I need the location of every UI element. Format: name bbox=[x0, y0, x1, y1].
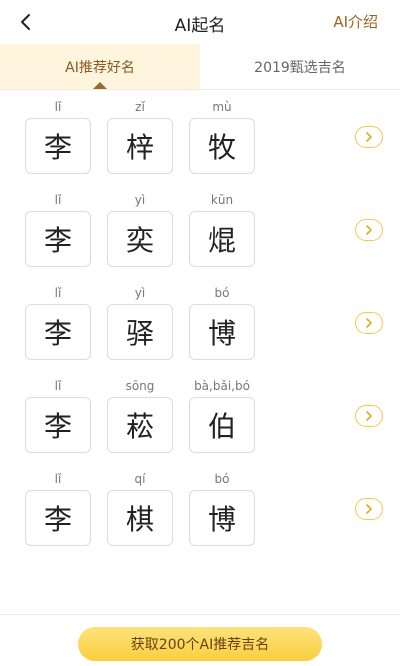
footer-bar: 获取200个AI推荐吉名 bbox=[0, 614, 400, 666]
char-box: 李 bbox=[25, 118, 91, 174]
char-box: 菘 bbox=[107, 397, 173, 453]
pinyin-label: lǐ bbox=[54, 100, 62, 114]
pinyin-label: mù bbox=[212, 100, 232, 114]
char-box: 博 bbox=[189, 304, 255, 360]
tab-2019-selected[interactable]: 2019甄选吉名 bbox=[200, 44, 400, 89]
char-column: lǐ 李 bbox=[24, 468, 92, 550]
pinyin-label: kūn bbox=[210, 193, 234, 207]
pinyin-label: bó bbox=[214, 286, 230, 300]
tab-active-indicator bbox=[93, 82, 107, 89]
chevron-right-icon bbox=[366, 132, 372, 142]
chevron-right-icon bbox=[366, 225, 372, 235]
name-row[interactable]: lǐ 李 yì 驿 bó 博 bbox=[0, 282, 400, 375]
char-column: bó 博 bbox=[188, 468, 256, 550]
char-box: 焜 bbox=[189, 211, 255, 267]
char-column: lǐ 李 bbox=[24, 189, 92, 271]
name-row[interactable]: lǐ 李 sōng 菘 bà,bǎi,bó 伯 bbox=[0, 375, 400, 468]
header-bar: AI起名 AI介绍 bbox=[0, 0, 400, 44]
char-column: sōng 菘 bbox=[106, 375, 174, 457]
char-column: qí 棋 bbox=[106, 468, 174, 550]
tab-label: 2019甄选吉名 bbox=[254, 59, 346, 76]
char-column: zǐ 梓 bbox=[106, 96, 174, 178]
char-box: 牧 bbox=[189, 118, 255, 174]
tab-label: AI推荐好名 bbox=[65, 59, 135, 76]
name-list: lǐ 李 zǐ 梓 mù 牧 lǐ 李 yì 奕 kūn 焜 lǐ 李 yì 驿… bbox=[0, 96, 400, 561]
name-row[interactable]: lǐ 李 zǐ 梓 mù 牧 bbox=[0, 96, 400, 189]
char-box: 博 bbox=[189, 490, 255, 546]
char-column: yì 驿 bbox=[106, 282, 174, 364]
detail-arrow-button[interactable] bbox=[355, 498, 383, 520]
ai-intro-link[interactable]: AI介绍 bbox=[333, 11, 378, 32]
pinyin-label: yì bbox=[134, 286, 146, 300]
get-names-button[interactable]: 获取200个AI推荐吉名 bbox=[78, 627, 322, 661]
char-column: lǐ 李 bbox=[24, 375, 92, 457]
detail-arrow-button[interactable] bbox=[355, 405, 383, 427]
char-box: 棋 bbox=[107, 490, 173, 546]
char-box: 李 bbox=[25, 304, 91, 360]
pinyin-label: yì bbox=[134, 193, 146, 207]
char-column: kūn 焜 bbox=[188, 189, 256, 271]
name-row[interactable]: lǐ 李 yì 奕 kūn 焜 bbox=[0, 189, 400, 282]
char-column: bó 博 bbox=[188, 282, 256, 364]
detail-arrow-button[interactable] bbox=[355, 312, 383, 334]
detail-arrow-button[interactable] bbox=[355, 126, 383, 148]
char-column: lǐ 李 bbox=[24, 96, 92, 178]
chevron-right-icon bbox=[366, 318, 372, 328]
char-box: 李 bbox=[25, 397, 91, 453]
pinyin-label: zǐ bbox=[135, 100, 145, 114]
detail-arrow-button[interactable] bbox=[355, 219, 383, 241]
chevron-right-icon bbox=[366, 504, 372, 514]
char-column: lǐ 李 bbox=[24, 282, 92, 364]
app-screen: AI起名 AI介绍 AI推荐好名 2019甄选吉名 lǐ 李 zǐ 梓 mù 牧 bbox=[0, 0, 400, 666]
char-box: 伯 bbox=[189, 397, 255, 453]
chevron-right-icon bbox=[366, 411, 372, 421]
char-box: 奕 bbox=[107, 211, 173, 267]
char-box: 梓 bbox=[107, 118, 173, 174]
pinyin-label: sōng bbox=[125, 379, 155, 393]
name-row[interactable]: lǐ 李 qí 棋 bó 博 bbox=[0, 468, 400, 561]
char-column: bà,bǎi,bó 伯 bbox=[188, 375, 256, 457]
pinyin-label: lǐ bbox=[54, 472, 62, 486]
pinyin-label: qí bbox=[134, 472, 146, 486]
char-box: 驿 bbox=[107, 304, 173, 360]
tab-bar: AI推荐好名 2019甄选吉名 bbox=[0, 44, 400, 90]
pinyin-label: lǐ bbox=[54, 286, 62, 300]
pinyin-label: lǐ bbox=[54, 193, 62, 207]
tab-ai-recommend[interactable]: AI推荐好名 bbox=[0, 44, 200, 89]
pinyin-label: bà,bǎi,bó bbox=[194, 379, 250, 393]
char-column: mù 牧 bbox=[188, 96, 256, 178]
pinyin-label: lǐ bbox=[54, 379, 62, 393]
pinyin-label: bó bbox=[214, 472, 230, 486]
char-column: yì 奕 bbox=[106, 189, 174, 271]
char-box: 李 bbox=[25, 490, 91, 546]
char-box: 李 bbox=[25, 211, 91, 267]
